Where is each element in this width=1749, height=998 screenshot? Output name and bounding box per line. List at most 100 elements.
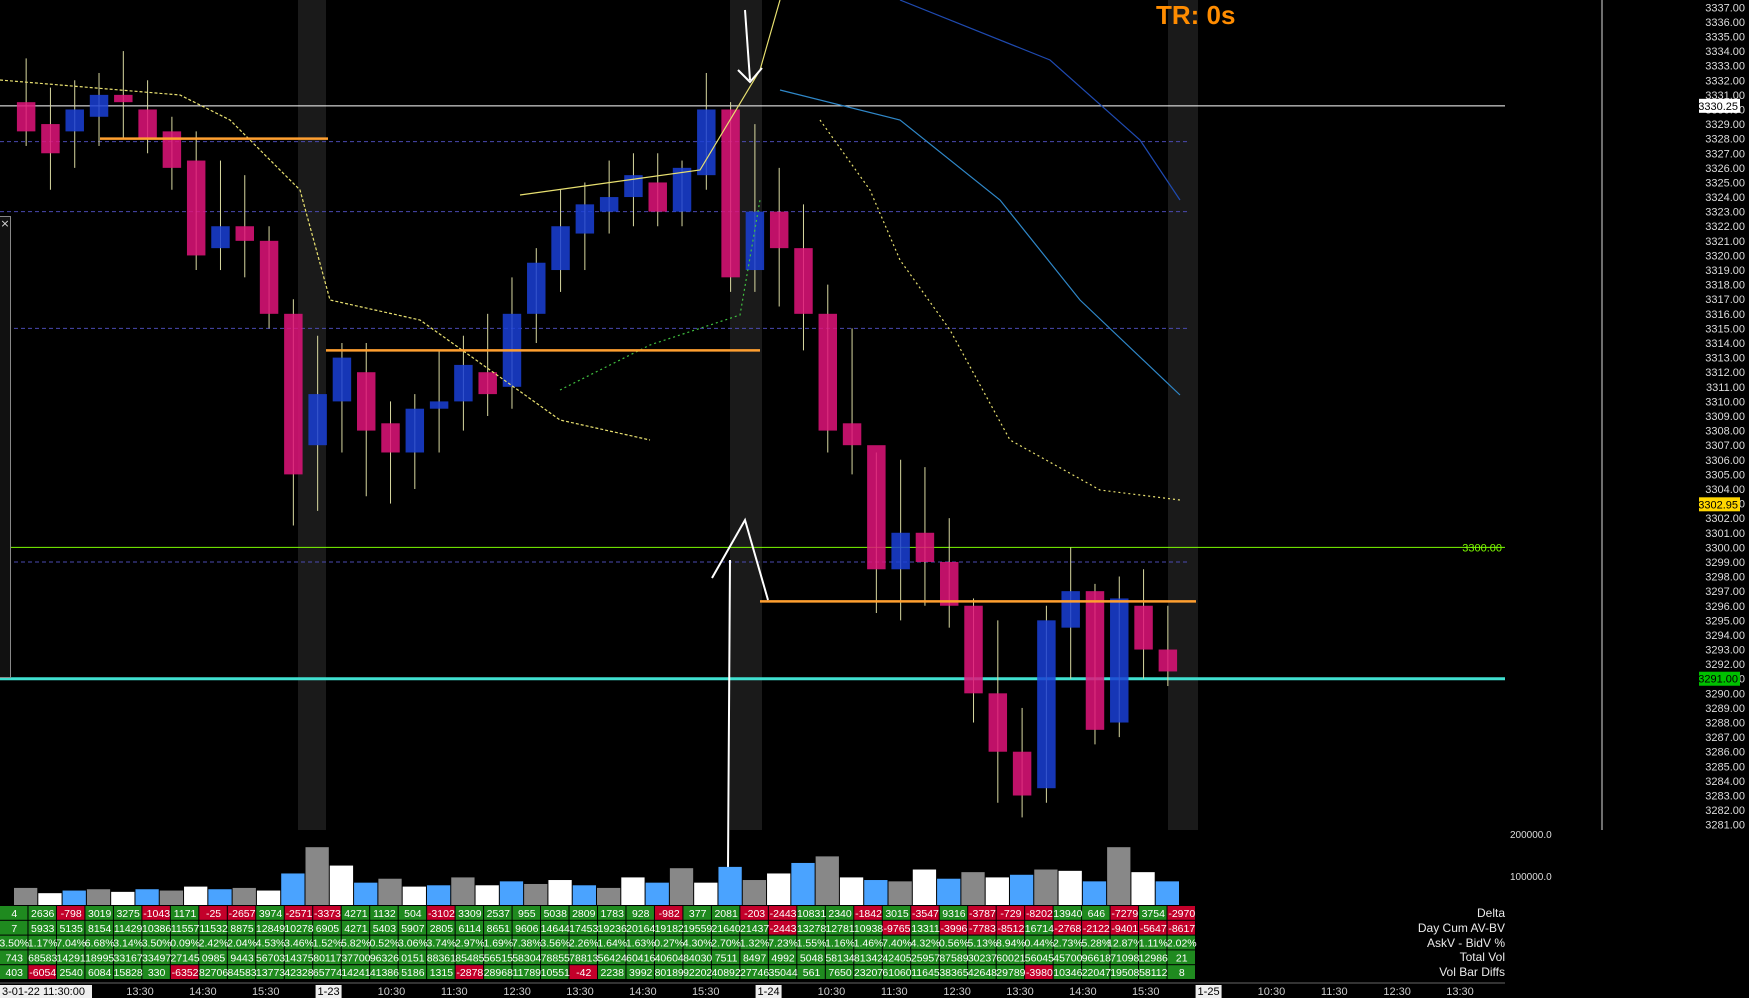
stats-cell: -5647 [1140, 923, 1167, 935]
price-tick-label: 3311.00 [1706, 382, 1745, 394]
stats-cell: 0.52% [370, 938, 400, 950]
price-tick-label: 3306.00 [1705, 455, 1745, 467]
stats-cell: 21437 [740, 923, 769, 935]
stats-cell: 4271 [344, 923, 368, 935]
chart-canvas[interactable]: 3300.00 3337.00 3336.00 3335.00 3334.00 3333.… [0, 0, 1749, 998]
volume-bar [864, 880, 888, 905]
stats-cell: 2.73% [1053, 938, 1083, 950]
volume-bar [305, 847, 329, 905]
candle-body [454, 364, 473, 402]
stats-cell: -3547 [912, 908, 939, 920]
volume-bar [184, 886, 208, 905]
stats-cell: -2443 [770, 908, 797, 920]
price-tick-label: 3324.00 [1705, 192, 1745, 204]
stats-cell: 2809 [572, 908, 596, 920]
stats-cell: 561 [803, 967, 821, 979]
time-tick-label: 14:30 [629, 986, 657, 998]
stats-cell: 4.32% [911, 938, 941, 950]
stats-cell: 3019 [88, 908, 112, 920]
candle-body [697, 109, 716, 176]
price-tick-label: 3304.00 [1705, 484, 1745, 496]
price-tick-label: 3322.00 [1705, 221, 1745, 233]
stats-cell: 28968 [484, 967, 513, 979]
stats-cell: 14375 [284, 952, 313, 964]
stats-cell: 4.30% [683, 938, 713, 950]
time-tick-label: 13:30 [126, 986, 154, 998]
volume-bar [451, 877, 475, 905]
stats-cell: -3787 [969, 908, 996, 920]
stats-row-labels: Delta Day Cum AV-BV AskV - BidV % Total … [1350, 906, 1505, 980]
price-tick-label: 3302.00 [1705, 513, 1745, 525]
stats-cell: 82706 [199, 967, 228, 979]
stats-row-label: Delta [1476, 906, 1505, 920]
volume-bar [256, 890, 281, 905]
price-tick-label: 3298.00 [1705, 572, 1745, 584]
stats-cell: 7650 [828, 967, 852, 979]
stats-cell: 10938 [854, 923, 883, 935]
stats-cell: 58134 [825, 952, 854, 964]
stats-cell: 22047 [1082, 967, 1111, 979]
stats-cell: 403 [5, 967, 23, 979]
price-tick-label: 3287.00 [1705, 732, 1745, 744]
stats-cell: 3992 [629, 967, 653, 979]
volume-bar [961, 872, 985, 905]
stats-cell: 14291 [57, 952, 86, 964]
stats-cell: 5403 [373, 923, 397, 935]
stats-cell: 41386 [370, 967, 399, 979]
stats-cell: 3015 [885, 908, 909, 920]
stats-cell: 45700 [1053, 952, 1082, 964]
volume-bar [621, 877, 645, 905]
candle-body [842, 423, 862, 446]
stats-cell: 6114 [459, 923, 482, 935]
stats-row-label: Total Vol [1459, 950, 1505, 965]
stats-cell: 13773 [256, 967, 285, 979]
time-tick-label: 11:30 [881, 986, 908, 998]
stats-cell: 33497 [142, 952, 171, 964]
price-tick-label: 3299.00 [1705, 557, 1745, 569]
stats-cell: 96618 [1082, 952, 1111, 964]
stats-cell: 5907 [401, 923, 425, 935]
time-tick-label: 12:30 [943, 986, 971, 998]
stats-cell: 0.56% [939, 938, 969, 950]
stats-cell: 15828 [114, 967, 143, 979]
stats-cell: 58304 [512, 952, 541, 964]
price-tick-label: 3305.00 [1705, 469, 1745, 481]
stats-cell: 17453 [569, 923, 598, 935]
side-panel-edge[interactable] [0, 216, 11, 678]
time-tick-label: 13:30 [1006, 986, 1034, 998]
stats-cell: 7.38% [512, 938, 542, 950]
stats-cell: -7279 [1111, 908, 1138, 920]
stats-cell: 81342 [854, 952, 883, 964]
volume-bar [985, 877, 1009, 905]
stats-cell: 13940 [1053, 908, 1082, 920]
volume-bar [1034, 869, 1058, 905]
price-tick-label: 3284.00 [1705, 776, 1745, 788]
stats-cell: 4271 [344, 908, 368, 920]
stats-cell: 13311 [911, 923, 940, 935]
price-tick-label: 3297.00 [1705, 586, 1745, 598]
stats-row-label: Vol Bar Diffs [1439, 965, 1505, 980]
candle-body [114, 94, 133, 103]
candle-body [964, 605, 983, 694]
vwap-line [779, 89, 1181, 396]
stats-cell: 3309 [458, 908, 482, 920]
candle-body [186, 160, 206, 256]
stats-cell: 1132 [373, 908, 396, 920]
stats-cell: 2.42% [199, 938, 229, 950]
stats-cell: -3996 [941, 923, 968, 935]
stats-cell: 2540 [60, 967, 84, 979]
stats-cell: 19559 [683, 923, 712, 935]
candle-body [1061, 591, 1080, 628]
stats-cell: 60021 [996, 952, 1025, 964]
stats-cell: 7.04% [56, 938, 86, 950]
stats-cell: 42328 [284, 967, 313, 979]
candle-body [405, 408, 425, 453]
timer-readout: TR: 0s [1156, 0, 1236, 30]
close-icon[interactable]: × [0, 216, 10, 232]
candle-body [1037, 620, 1056, 789]
stats-cell: 3.50% [142, 938, 172, 950]
price-tick-label: 3335.00 [1705, 31, 1745, 43]
stats-cell: -2122 [1083, 923, 1110, 935]
stats-cell: 7511 [715, 952, 738, 964]
stats-cell: -729 [1000, 908, 1021, 920]
